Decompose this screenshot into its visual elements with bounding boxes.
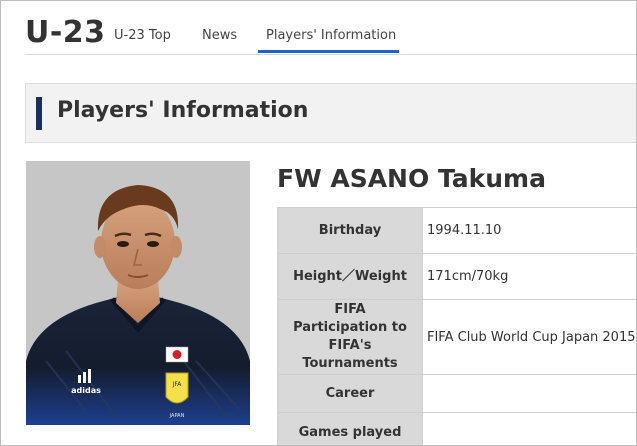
table-row: Games played — [277, 412, 636, 445]
info-value-height-weight: 171cm/70kg — [422, 253, 636, 300]
info-label-fifa-participation: FIFA Participation to FIFA's Tournaments — [277, 299, 423, 375]
info-label-birthday: Birthday — [277, 207, 423, 254]
nav-item-news[interactable]: News — [202, 28, 237, 43]
table-row: Height／Weight 171cm/70kg — [277, 253, 636, 300]
jersey-brand-text: adidas — [71, 386, 101, 395]
jersey-japan-text: JAPAN — [169, 413, 185, 419]
nav-item-u23-top[interactable]: U-23 Top — [114, 28, 171, 43]
page-frame: U-23 U-23 Top News Players' Information … — [0, 0, 637, 446]
section-accent-bar — [36, 97, 42, 130]
table-row: Career — [277, 374, 636, 413]
table-row: FIFA Participation to FIFA's Tournaments… — [277, 299, 636, 375]
player-portrait-image: JFA JAPAN adidas — [26, 161, 250, 425]
header-divider — [25, 54, 636, 55]
section-title: Players' Information — [57, 98, 309, 123]
player-name: FW ASANO Takuma — [277, 164, 546, 193]
player-info-table: Birthday 1994.11.10 Height／Weight 171cm/… — [277, 207, 636, 445]
info-value-fifa-participation: FIFA Club World Cup Japan 2015 — [422, 299, 636, 375]
section-heading: Players' Information — [25, 83, 636, 143]
info-value-career — [422, 374, 636, 413]
top-nav: U-23 Top News Players' Information — [1, 1, 636, 55]
active-tab-indicator — [258, 50, 399, 53]
info-label-career: Career — [277, 374, 423, 413]
nav-item-players-information[interactable]: Players' Information — [266, 28, 396, 43]
info-label-games-played: Games played — [277, 412, 423, 445]
jfa-crest-text: JFA — [172, 381, 183, 388]
player-photo: JFA JAPAN adidas — [26, 161, 250, 425]
info-value-birthday: 1994.11.10 — [422, 207, 636, 254]
info-label-height-weight: Height／Weight — [277, 253, 423, 300]
table-row: Birthday 1994.11.10 — [277, 207, 636, 254]
info-value-games-played — [422, 412, 636, 445]
